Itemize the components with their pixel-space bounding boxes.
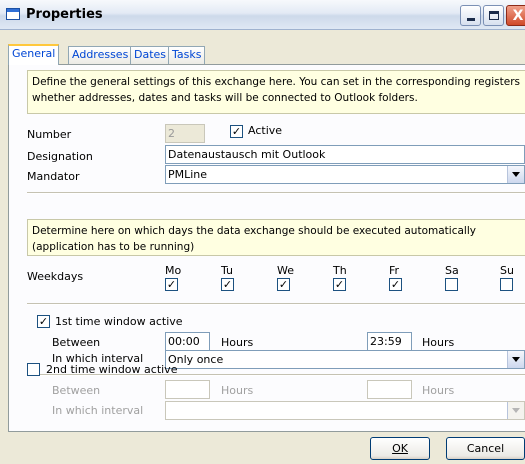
mandator-value: PMLine <box>168 168 208 181</box>
window-title: Properties <box>26 7 103 22</box>
window2-checkbox[interactable] <box>27 363 40 376</box>
days-info-box: Determine here on which days the data ex… <box>27 219 525 256</box>
ok-button-label: OK <box>392 442 408 455</box>
day-checkbox-fr[interactable]: ✓ <box>389 278 402 291</box>
window1-from-hours-label: Hours <box>221 336 254 349</box>
window2-interval-select[interactable] <box>165 401 525 420</box>
day-label-th: Th <box>333 264 347 277</box>
window1-interval-dropdown-button[interactable] <box>507 351 524 368</box>
day-label-su: Su <box>500 264 514 277</box>
number-label: Number <box>27 128 72 141</box>
day-checkbox-th[interactable]: ✓ <box>333 278 346 291</box>
window2-to-hours-label: Hours <box>422 384 455 397</box>
tab-addresses[interactable]: Addresses <box>68 46 133 64</box>
title-bar[interactable]: Properties X <box>0 0 525 30</box>
day-checkbox-we[interactable]: ✓ <box>277 278 290 291</box>
day-checkbox-su[interactable] <box>500 278 513 291</box>
tab-tasks[interactable]: Tasks <box>168 46 206 64</box>
check-icon: ✓ <box>334 278 345 291</box>
window2-from-field[interactable] <box>165 380 210 399</box>
tab-dates[interactable]: Dates <box>130 46 171 64</box>
window2-to-field[interactable] <box>367 380 412 399</box>
minimize-icon <box>466 18 475 21</box>
ok-button[interactable]: OK <box>370 437 430 460</box>
cancel-button-label: Cancel <box>466 442 505 455</box>
active-label: Active <box>248 124 283 137</box>
tab-general[interactable]: General <box>8 44 60 65</box>
day-checkbox-mo[interactable]: ✓ <box>165 278 178 291</box>
window2-label: 2nd time window active <box>46 363 178 376</box>
mandator-select[interactable]: PMLine <box>165 165 525 184</box>
chevron-down-icon <box>512 172 520 177</box>
window1-to-hours-label: Hours <box>422 336 455 349</box>
window2-interval-label: In which interval <box>52 404 144 417</box>
window1-checkbox[interactable]: ✓ <box>37 315 50 328</box>
minimize-button[interactable] <box>460 5 481 26</box>
day-label-we: We <box>277 264 294 277</box>
day-label-tu: Tu <box>221 264 234 277</box>
active-checkbox[interactable]: ✓ <box>230 125 243 138</box>
day-label-sa: Sa <box>445 264 459 277</box>
mandator-label: Mandator <box>27 170 80 183</box>
number-field: 2 <box>165 124 205 143</box>
window1-interval-select[interactable]: Only once <box>165 350 525 369</box>
window-icon <box>6 8 20 20</box>
day-label-fr: Fr <box>389 264 400 277</box>
window2-from-hours-label: Hours <box>221 384 254 397</box>
check-icon: ✓ <box>166 278 177 291</box>
day-checkbox-tu[interactable]: ✓ <box>221 278 234 291</box>
check-icon: ✓ <box>390 278 401 291</box>
mandator-dropdown-button[interactable] <box>507 166 524 183</box>
cancel-button[interactable]: Cancel <box>446 437 525 460</box>
day-label-mo: Mo <box>165 264 182 277</box>
chevron-down-icon <box>512 357 520 362</box>
separator <box>27 192 525 194</box>
check-icon: ✓ <box>278 278 289 291</box>
window1-from-field[interactable]: 00:00 <box>165 332 210 351</box>
check-icon: ✓ <box>38 315 49 328</box>
close-button[interactable]: X <box>506 5 525 26</box>
maximize-button[interactable] <box>483 5 504 26</box>
check-icon: ✓ <box>222 278 233 291</box>
designation-label: Designation <box>27 150 93 163</box>
general-info-box: Define the general settings of this exch… <box>27 70 525 114</box>
chevron-down-icon <box>512 408 520 413</box>
check-icon: ✓ <box>231 125 242 138</box>
window2-between-label: Between <box>52 384 101 397</box>
window2-interval-dropdown-button[interactable] <box>507 402 524 419</box>
maximize-icon <box>488 11 499 20</box>
window1-between-label: Between <box>52 336 101 349</box>
window1-label: 1st time window active <box>55 315 183 328</box>
close-icon: X <box>512 7 524 24</box>
designation-field[interactable]: Datenaustausch mit Outlook <box>165 145 525 164</box>
weekdays-label: Weekdays <box>27 270 84 283</box>
separator <box>27 303 525 305</box>
day-checkbox-sa[interactable] <box>445 278 458 291</box>
window1-to-field[interactable]: 23:59 <box>367 332 412 351</box>
